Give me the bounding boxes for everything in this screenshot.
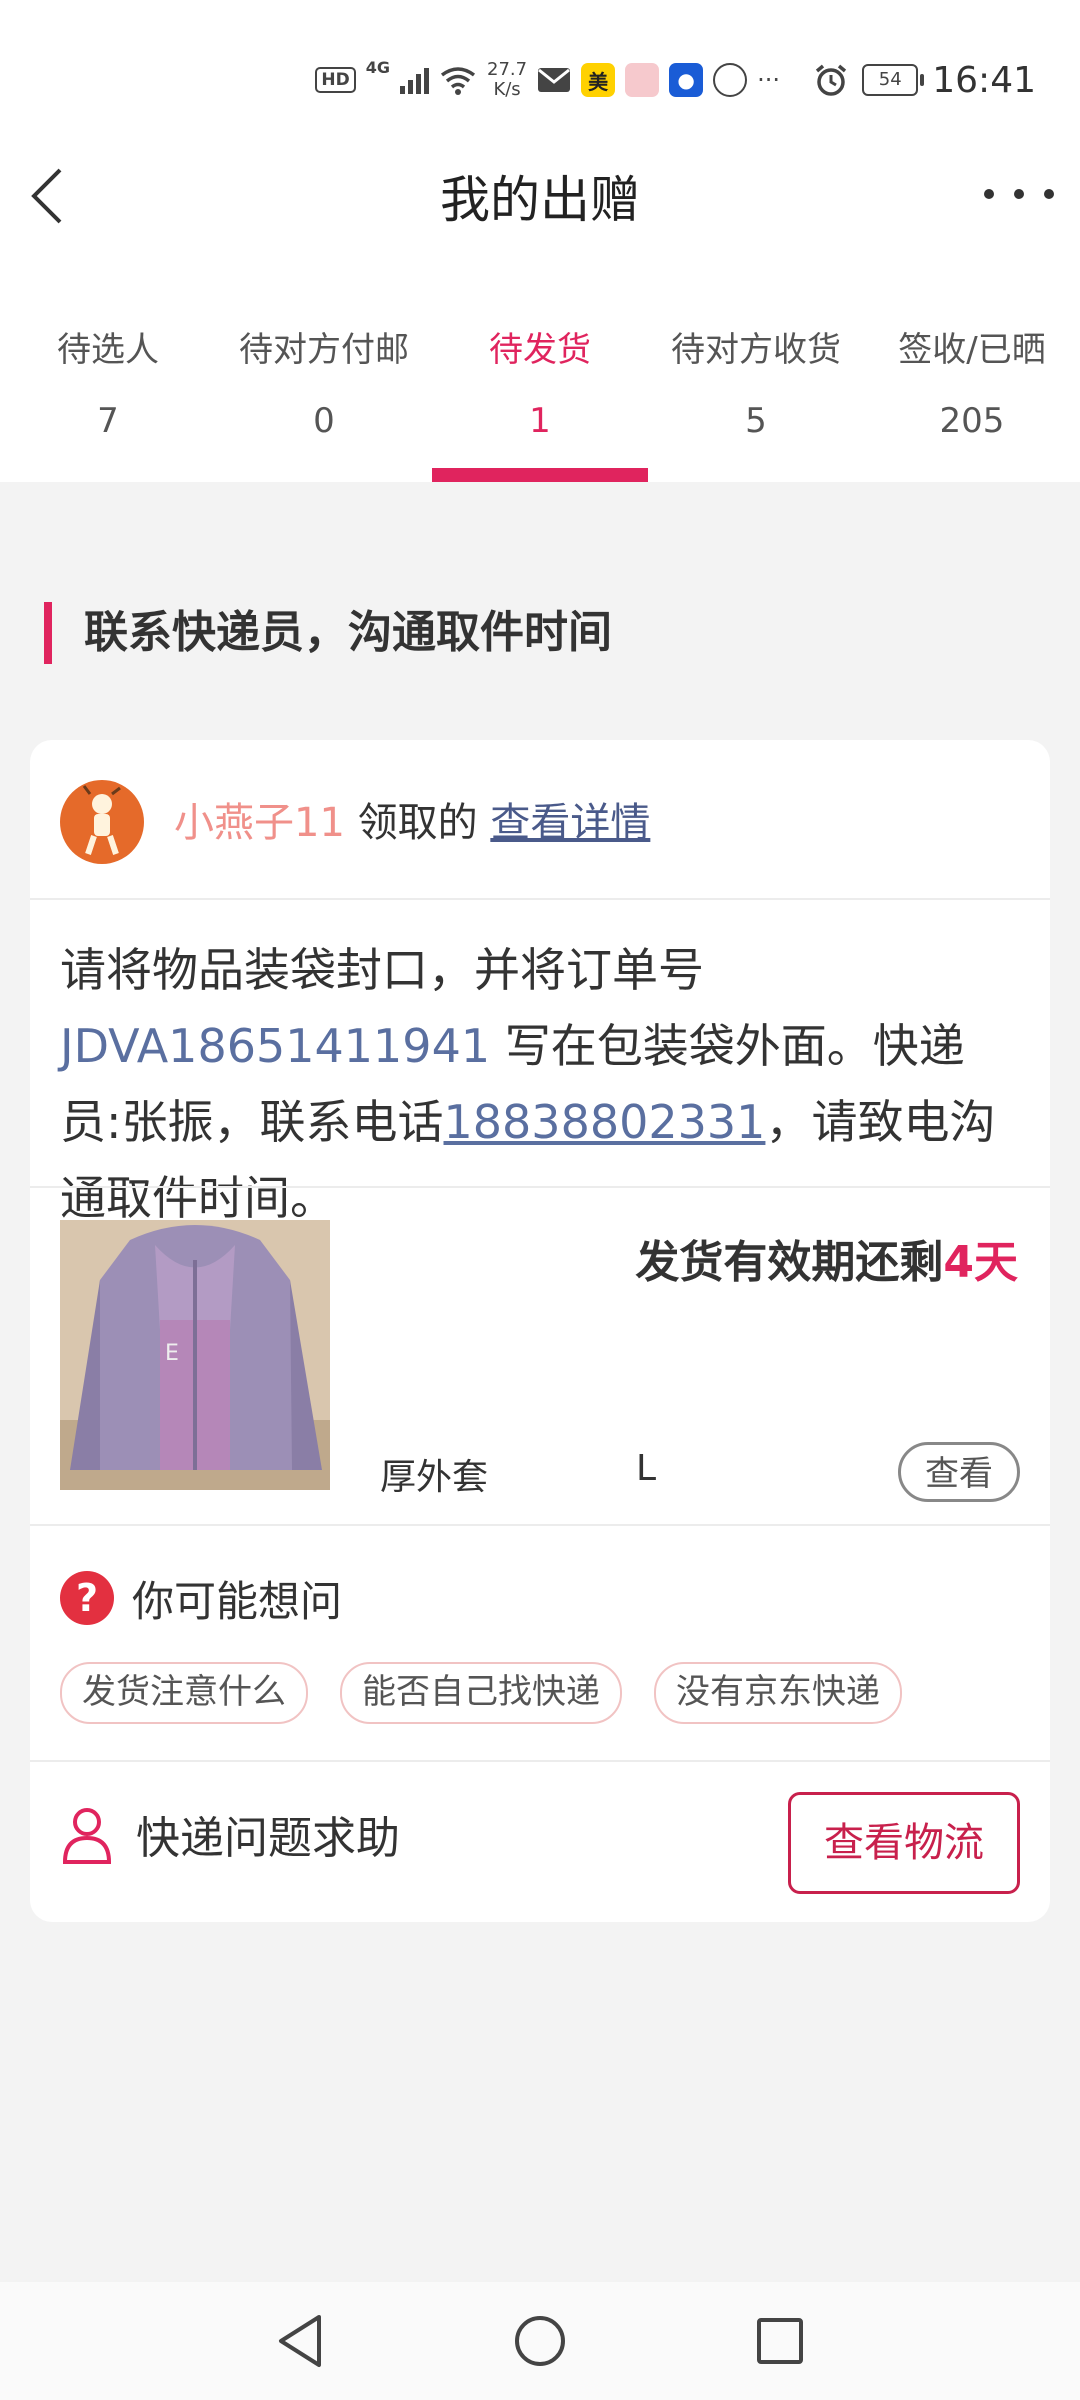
hand-icon	[713, 63, 748, 97]
nav-recents-button[interactable]	[750, 2311, 810, 2371]
view-logistics-button[interactable]: 查看物流	[788, 1792, 1020, 1894]
network-speed: 27.7 K/s	[487, 60, 527, 100]
tab-count: 5	[745, 401, 767, 441]
order-number: JDVA18651411941	[60, 1019, 491, 1073]
more-dot	[984, 189, 994, 199]
shipping-deadline: 发货有效期还剩4天	[635, 1226, 1018, 1290]
tab-received[interactable]: 签收/已晒 205	[864, 310, 1080, 482]
top-section: HD 4G 27.7 K/s 美 ● ··· 54 16:41 我的出赠 待选人…	[0, 0, 1080, 482]
speed-unit: K/s	[493, 79, 521, 100]
product-size: L	[636, 1448, 657, 1489]
triangle-back-icon	[279, 2315, 321, 2367]
claimed-text: 领取的	[344, 800, 491, 846]
avatar-figure-icon	[82, 785, 121, 855]
network-label: 4G	[365, 58, 391, 77]
section-heading: 联系快递员，沟通取件时间	[44, 602, 612, 664]
tab-pending-receipt[interactable]: 待对方收货 5	[648, 310, 864, 482]
view-details-link[interactable]: 查看详情	[490, 800, 650, 846]
bulb-icon: ●	[669, 63, 704, 97]
more-button[interactable]	[984, 172, 1054, 216]
claimant-name[interactable]: 小燕子11	[174, 800, 345, 846]
product-image[interactable]: E	[60, 1220, 330, 1490]
more-dot	[1044, 189, 1054, 199]
faq-tag-shipping-notes[interactable]: 发货注意什么	[60, 1662, 308, 1724]
divider	[30, 1524, 1050, 1526]
faq-tag-no-jd-express[interactable]: 没有京东快递	[654, 1662, 902, 1724]
nav-home-button[interactable]	[510, 2311, 570, 2371]
claimant-row: 小燕子11 领取的 查看详情	[30, 740, 1050, 900]
claim-info: 小燕子11 领取的 查看详情	[174, 790, 650, 848]
battery-icon: 54	[862, 64, 925, 96]
status-left-icons: HD 4G 27.7 K/s 美 ● ···	[315, 50, 780, 110]
instruction-pre: 请将物品装袋封口，并将订单号	[60, 943, 704, 997]
faq-header: ? 你可能想问	[60, 1570, 342, 1626]
tab-count: 205	[939, 401, 1005, 441]
person-icon	[62, 1808, 112, 1864]
tab-label: 待发货	[489, 330, 591, 370]
deadline-days: 4天	[943, 1237, 1018, 1288]
product-name: 厚外套	[380, 1457, 489, 1498]
status-right-icons: 54 16:41	[814, 50, 1036, 110]
avatar[interactable]	[60, 780, 144, 864]
overflow-dots-icon: ···	[757, 66, 780, 94]
question-icon: ?	[60, 1571, 114, 1625]
tab-label: 签收/已晒	[898, 330, 1046, 370]
clock: 16:41	[932, 59, 1036, 101]
courier-phone-link[interactable]: 18838802331	[444, 1095, 766, 1149]
courier-help-row[interactable]: 快递问题求助	[60, 1802, 400, 1866]
faq-title: 你可能想问	[132, 1576, 343, 1626]
faq-tag-own-courier[interactable]: 能否自己找快递	[340, 1662, 622, 1724]
wifi-icon	[440, 67, 476, 95]
tab-count: 0	[313, 401, 335, 441]
faq-tags: 发货注意什么 能否自己找快递 没有京东快递	[60, 1662, 902, 1724]
mail-icon	[538, 68, 571, 92]
page-title: 我的出赠	[440, 171, 640, 229]
square-recents-icon	[757, 2318, 803, 2364]
tab-pending-select[interactable]: 待选人 7	[0, 310, 216, 482]
svg-text:E: E	[165, 1341, 179, 1366]
tab-count: 7	[97, 401, 119, 441]
divider	[30, 1186, 1050, 1188]
hd-badge: HD	[315, 67, 356, 93]
speed-value: 27.7	[487, 59, 528, 80]
divider	[30, 1760, 1050, 1762]
signal-icon	[400, 66, 430, 94]
status-bar: HD 4G 27.7 K/s 美 ● ··· 54 16:41	[0, 50, 1080, 110]
more-dot	[1014, 189, 1024, 199]
help-label: 快递问题求助	[136, 1813, 400, 1864]
view-product-button[interactable]: 查看	[898, 1442, 1020, 1502]
tab-pending-shipment[interactable]: 待发货 1	[432, 310, 648, 482]
nav-back-button[interactable]	[270, 2311, 330, 2371]
deadline-label: 发货有效期还剩	[635, 1237, 944, 1288]
order-card: 小燕子11 领取的 查看详情 请将物品装袋封口，并将订单号 JDVA186514…	[30, 740, 1050, 1922]
shipping-instruction: 请将物品装袋封口，并将订单号 JDVA18651411941 写在包装袋外面。快…	[60, 932, 1020, 1236]
status-tabs: 待选人 7 待对方付邮 0 待发货 1 待对方收货 5 签收/已晒 205	[0, 310, 1080, 482]
jacket-image: E	[60, 1220, 330, 1490]
alarm-icon	[816, 64, 847, 96]
meituan-icon: 美	[581, 63, 616, 97]
tab-count: 1	[529, 401, 551, 441]
circle-home-icon	[515, 2316, 565, 2366]
tab-label: 待对方付邮	[239, 330, 409, 370]
gift-box-icon	[625, 63, 660, 97]
tab-label: 待对方收货	[671, 330, 841, 370]
system-nav-bar	[0, 2282, 1080, 2400]
tab-label: 待选人	[57, 330, 159, 370]
tab-pending-postage[interactable]: 待对方付邮 0	[216, 310, 432, 482]
